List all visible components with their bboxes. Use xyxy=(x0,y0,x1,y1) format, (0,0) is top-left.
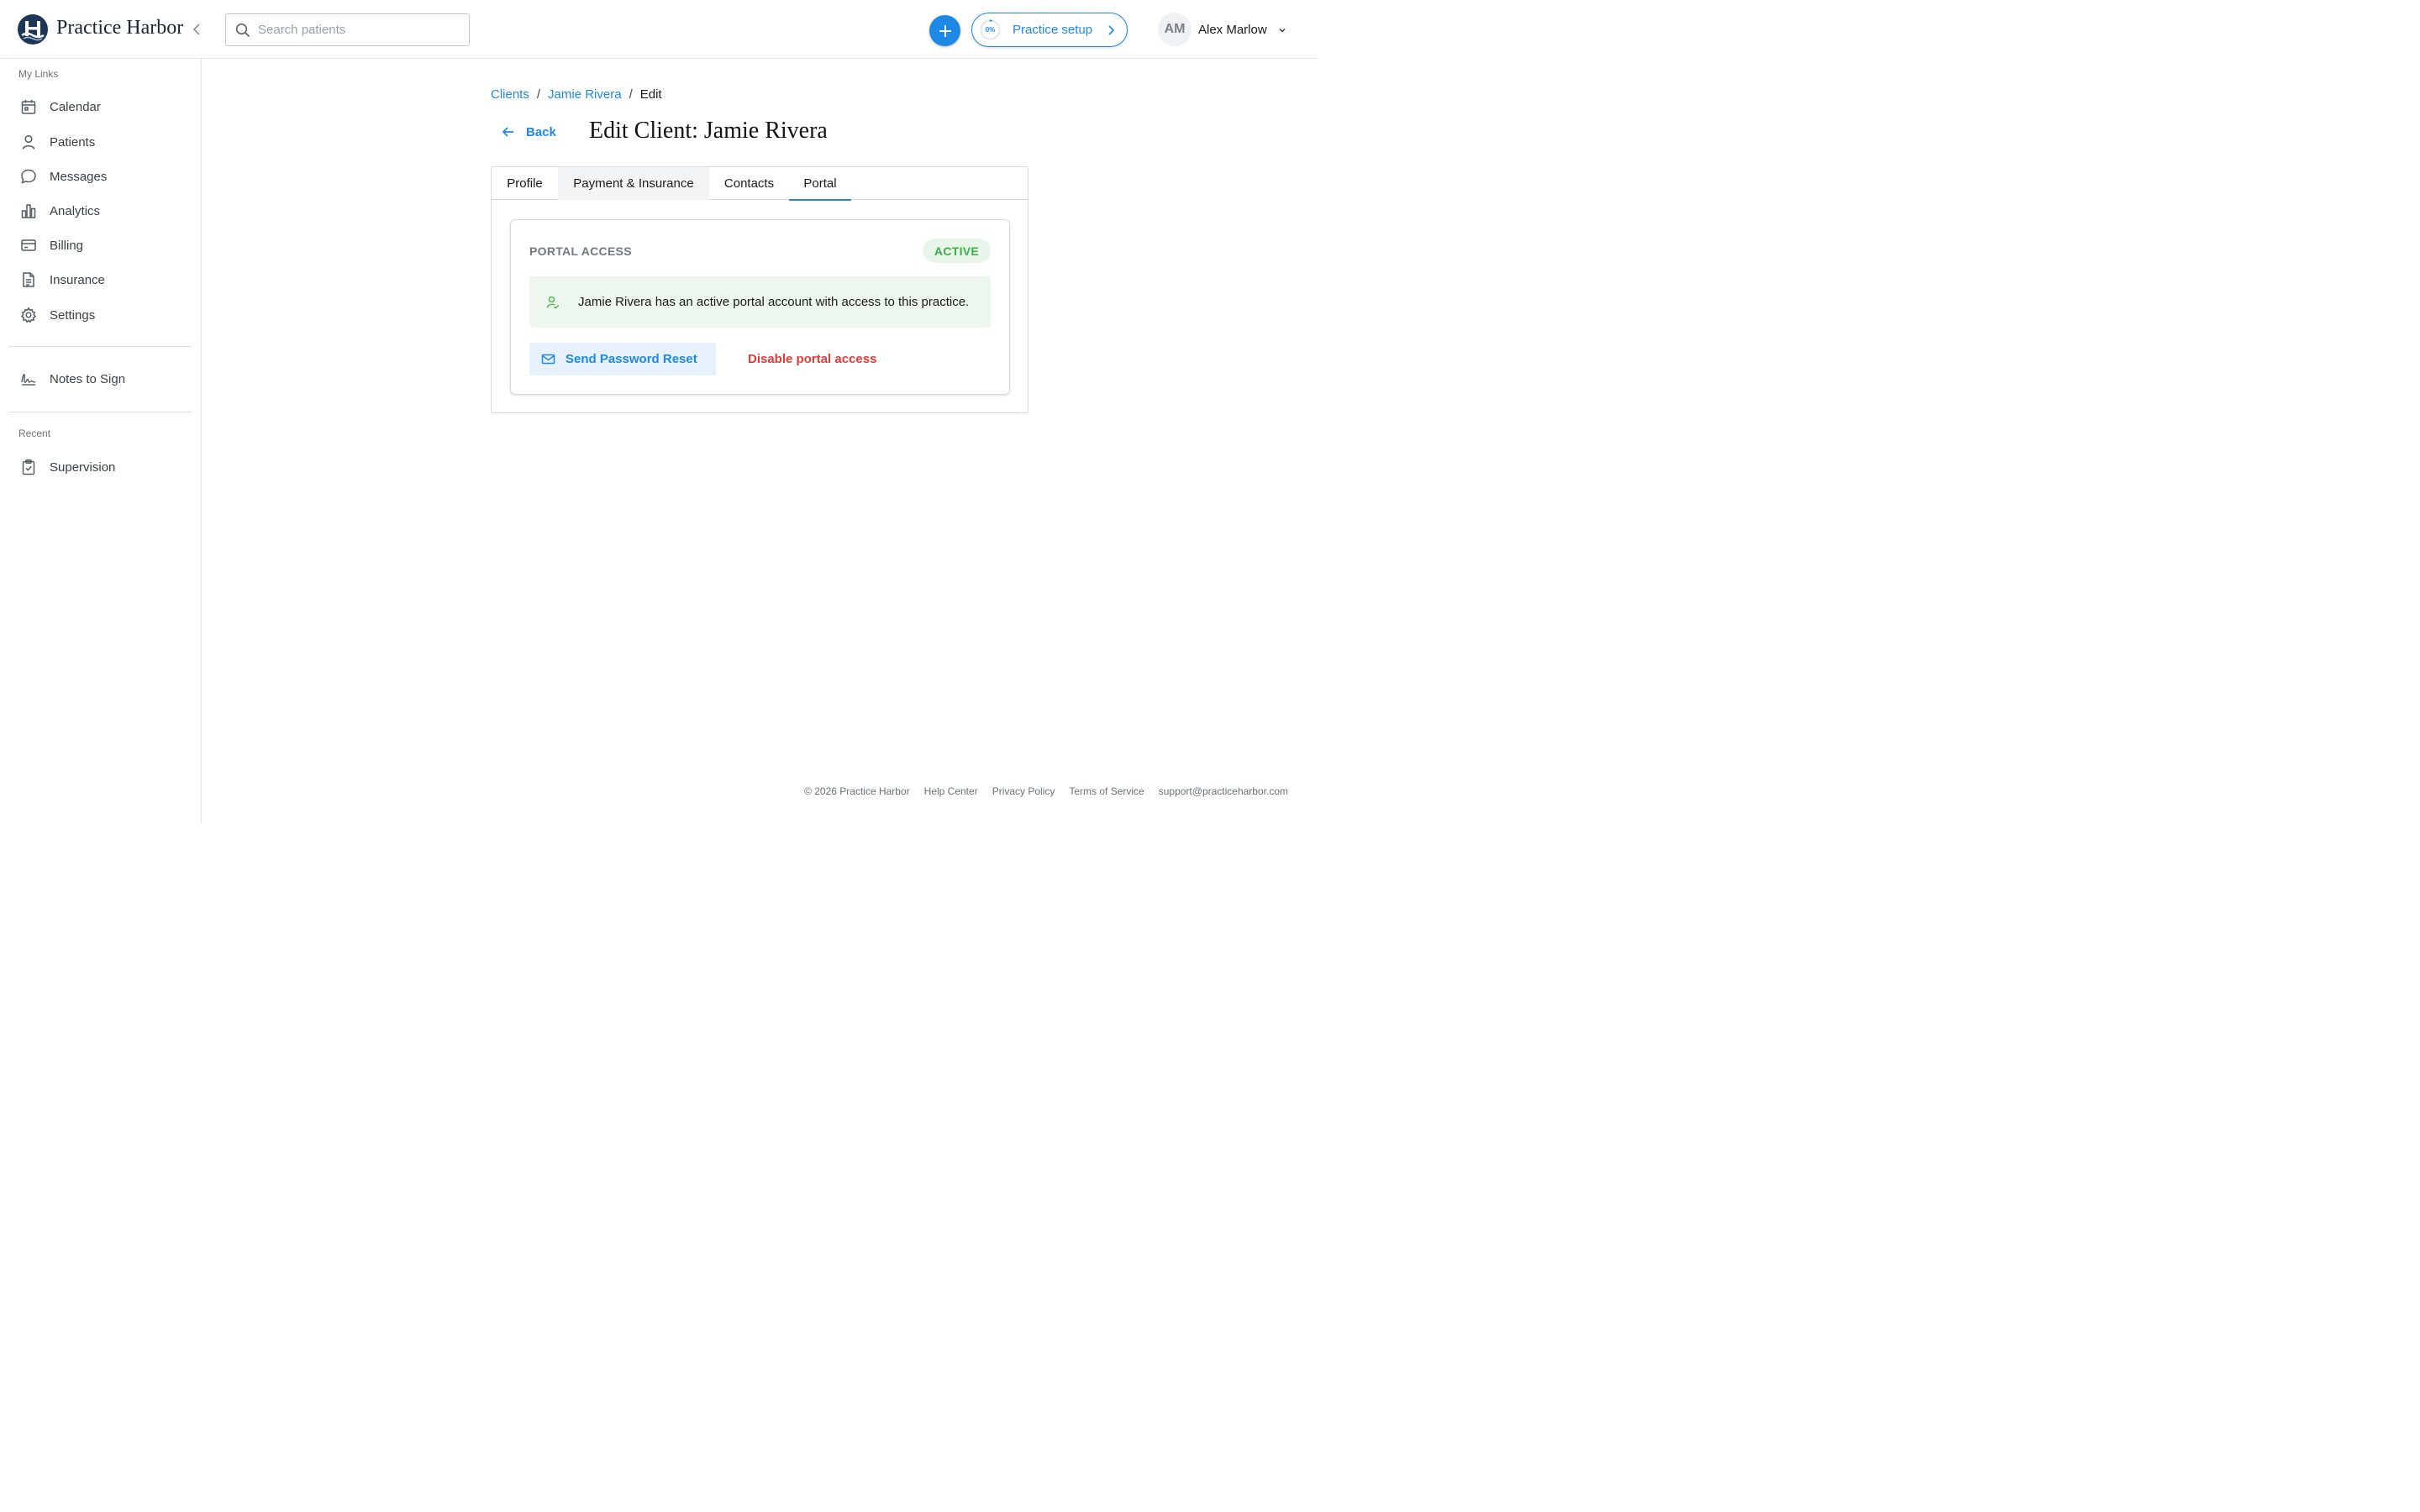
sidebar-item-notes-to-sign[interactable]: Notes to Sign xyxy=(8,363,192,395)
practice-harbor-logo[interactable] xyxy=(18,14,48,45)
sidebar: My Links Calendar Patients Messages Anal… xyxy=(0,59,202,823)
breadcrumb-separator: / xyxy=(536,87,541,102)
user-icon xyxy=(22,134,35,150)
practice-setup-button[interactable]: 0% Practice setup xyxy=(971,13,1128,47)
sidebar-item-label: Notes to Sign xyxy=(50,371,126,386)
footer-privacy-policy-link[interactable]: Privacy Policy xyxy=(992,785,1055,797)
sidebar-item-label: Calendar xyxy=(50,99,101,114)
sidebar-item-label: Settings xyxy=(50,307,96,323)
user-check-icon xyxy=(546,296,560,309)
signature-icon xyxy=(21,374,36,386)
breadcrumb-clients[interactable]: Clients xyxy=(491,87,529,102)
sidebar-item-label: Analytics xyxy=(50,203,101,218)
practice-setup-label: Practice setup xyxy=(1013,23,1093,37)
portal-status-notice: Jamie Rivera has an active portal accoun… xyxy=(529,276,991,328)
search-input[interactable] xyxy=(258,23,460,37)
send-password-reset-label: Send Password Reset xyxy=(566,352,697,366)
back-button[interactable]: Back xyxy=(502,123,556,141)
page-title: Edit Client: Jamie Rivera xyxy=(589,118,828,144)
footer-terms-of-service-link[interactable]: Terms of Service xyxy=(1069,785,1144,797)
sidebar-item-insurance[interactable]: Insurance xyxy=(8,264,192,296)
portal-access-title: PORTAL ACCESS xyxy=(529,244,632,258)
user-name[interactable]: Alex Marlow xyxy=(1198,23,1267,37)
sidebar-item-billing[interactable]: Billing xyxy=(8,229,192,261)
tab-portal[interactable]: Portal xyxy=(789,167,851,201)
credit-card-icon xyxy=(21,239,36,251)
chevron-down-icon[interactable] xyxy=(1277,25,1287,35)
envelope-icon xyxy=(541,354,555,365)
breadcrumb-separator: / xyxy=(629,87,633,102)
top-bar: Practice Harbor 0% Practice setup AM Ale… xyxy=(0,0,1318,59)
footer: © 2026 Practice Harbor Help Center Priva… xyxy=(790,785,1288,797)
search-box xyxy=(225,13,470,46)
sidebar-item-label: Billing xyxy=(50,238,84,253)
gear-icon xyxy=(20,307,37,323)
my-links-heading: My Links xyxy=(18,68,59,80)
collapse-sidebar-button[interactable] xyxy=(188,20,205,39)
sidebar-item-supervision[interactable]: Supervision xyxy=(8,451,192,483)
bar-chart-icon xyxy=(21,204,36,218)
chevron-left-icon xyxy=(192,24,200,35)
breadcrumb: Clients / Jamie Rivera / Edit xyxy=(491,87,662,102)
sidebar-item-settings[interactable]: Settings xyxy=(8,299,192,331)
breadcrumb-current: Edit xyxy=(639,87,662,102)
sidebar-item-analytics[interactable]: Analytics xyxy=(8,195,192,227)
search-icon xyxy=(235,23,250,37)
disable-portal-access-link[interactable]: Disable portal access xyxy=(748,352,876,366)
tab-contacts[interactable]: Contacts xyxy=(709,167,789,200)
user-avatar[interactable]: AM xyxy=(1158,13,1192,46)
sidebar-item-label: Supervision xyxy=(50,459,116,475)
status-badge: ACTIVE xyxy=(923,239,991,263)
sidebar-item-calendar[interactable]: Calendar xyxy=(8,91,192,123)
recent-heading: Recent xyxy=(18,428,51,439)
sidebar-item-label: Patients xyxy=(50,134,96,150)
footer-help-center-link[interactable]: Help Center xyxy=(924,785,978,797)
calendar-icon xyxy=(21,100,36,114)
edit-client-panel: Profile Payment & Insurance Contacts Por… xyxy=(491,166,1028,413)
brand-name: Practice Harbor xyxy=(56,17,184,39)
footer-support-email-link[interactable]: support@practiceharbor.com xyxy=(1159,785,1288,797)
tab-payment-insurance[interactable]: Payment & Insurance xyxy=(558,167,709,200)
sidebar-item-label: Insurance xyxy=(50,272,105,287)
footer-copyright: © 2026 Practice Harbor xyxy=(804,785,910,797)
sidebar-item-patients[interactable]: Patients xyxy=(8,126,192,158)
arrow-left-icon xyxy=(502,127,513,137)
create-new-button[interactable] xyxy=(929,15,960,46)
portal-status-message: Jamie Rivera has an active portal accoun… xyxy=(578,295,970,309)
plus-icon xyxy=(939,24,951,37)
tab-profile[interactable]: Profile xyxy=(492,167,558,200)
sidebar-item-messages[interactable]: Messages xyxy=(8,160,192,192)
breadcrumb-client-name[interactable]: Jamie Rivera xyxy=(548,87,622,102)
setup-progress-percent: 0% xyxy=(985,26,996,34)
document-icon xyxy=(23,272,34,287)
sidebar-divider xyxy=(8,346,192,347)
send-password-reset-button[interactable]: Send Password Reset xyxy=(529,343,716,375)
chat-bubble-icon xyxy=(21,169,36,184)
clipboard-check-icon xyxy=(22,459,35,475)
portal-access-card: PORTAL ACCESS ACTIVE Jamie Rivera has an… xyxy=(510,219,1010,395)
back-label: Back xyxy=(526,124,556,139)
tab-bar: Profile Payment & Insurance Contacts Por… xyxy=(492,167,1028,201)
sidebar-item-label: Messages xyxy=(50,169,108,184)
chevron-right-icon xyxy=(1108,25,1115,35)
